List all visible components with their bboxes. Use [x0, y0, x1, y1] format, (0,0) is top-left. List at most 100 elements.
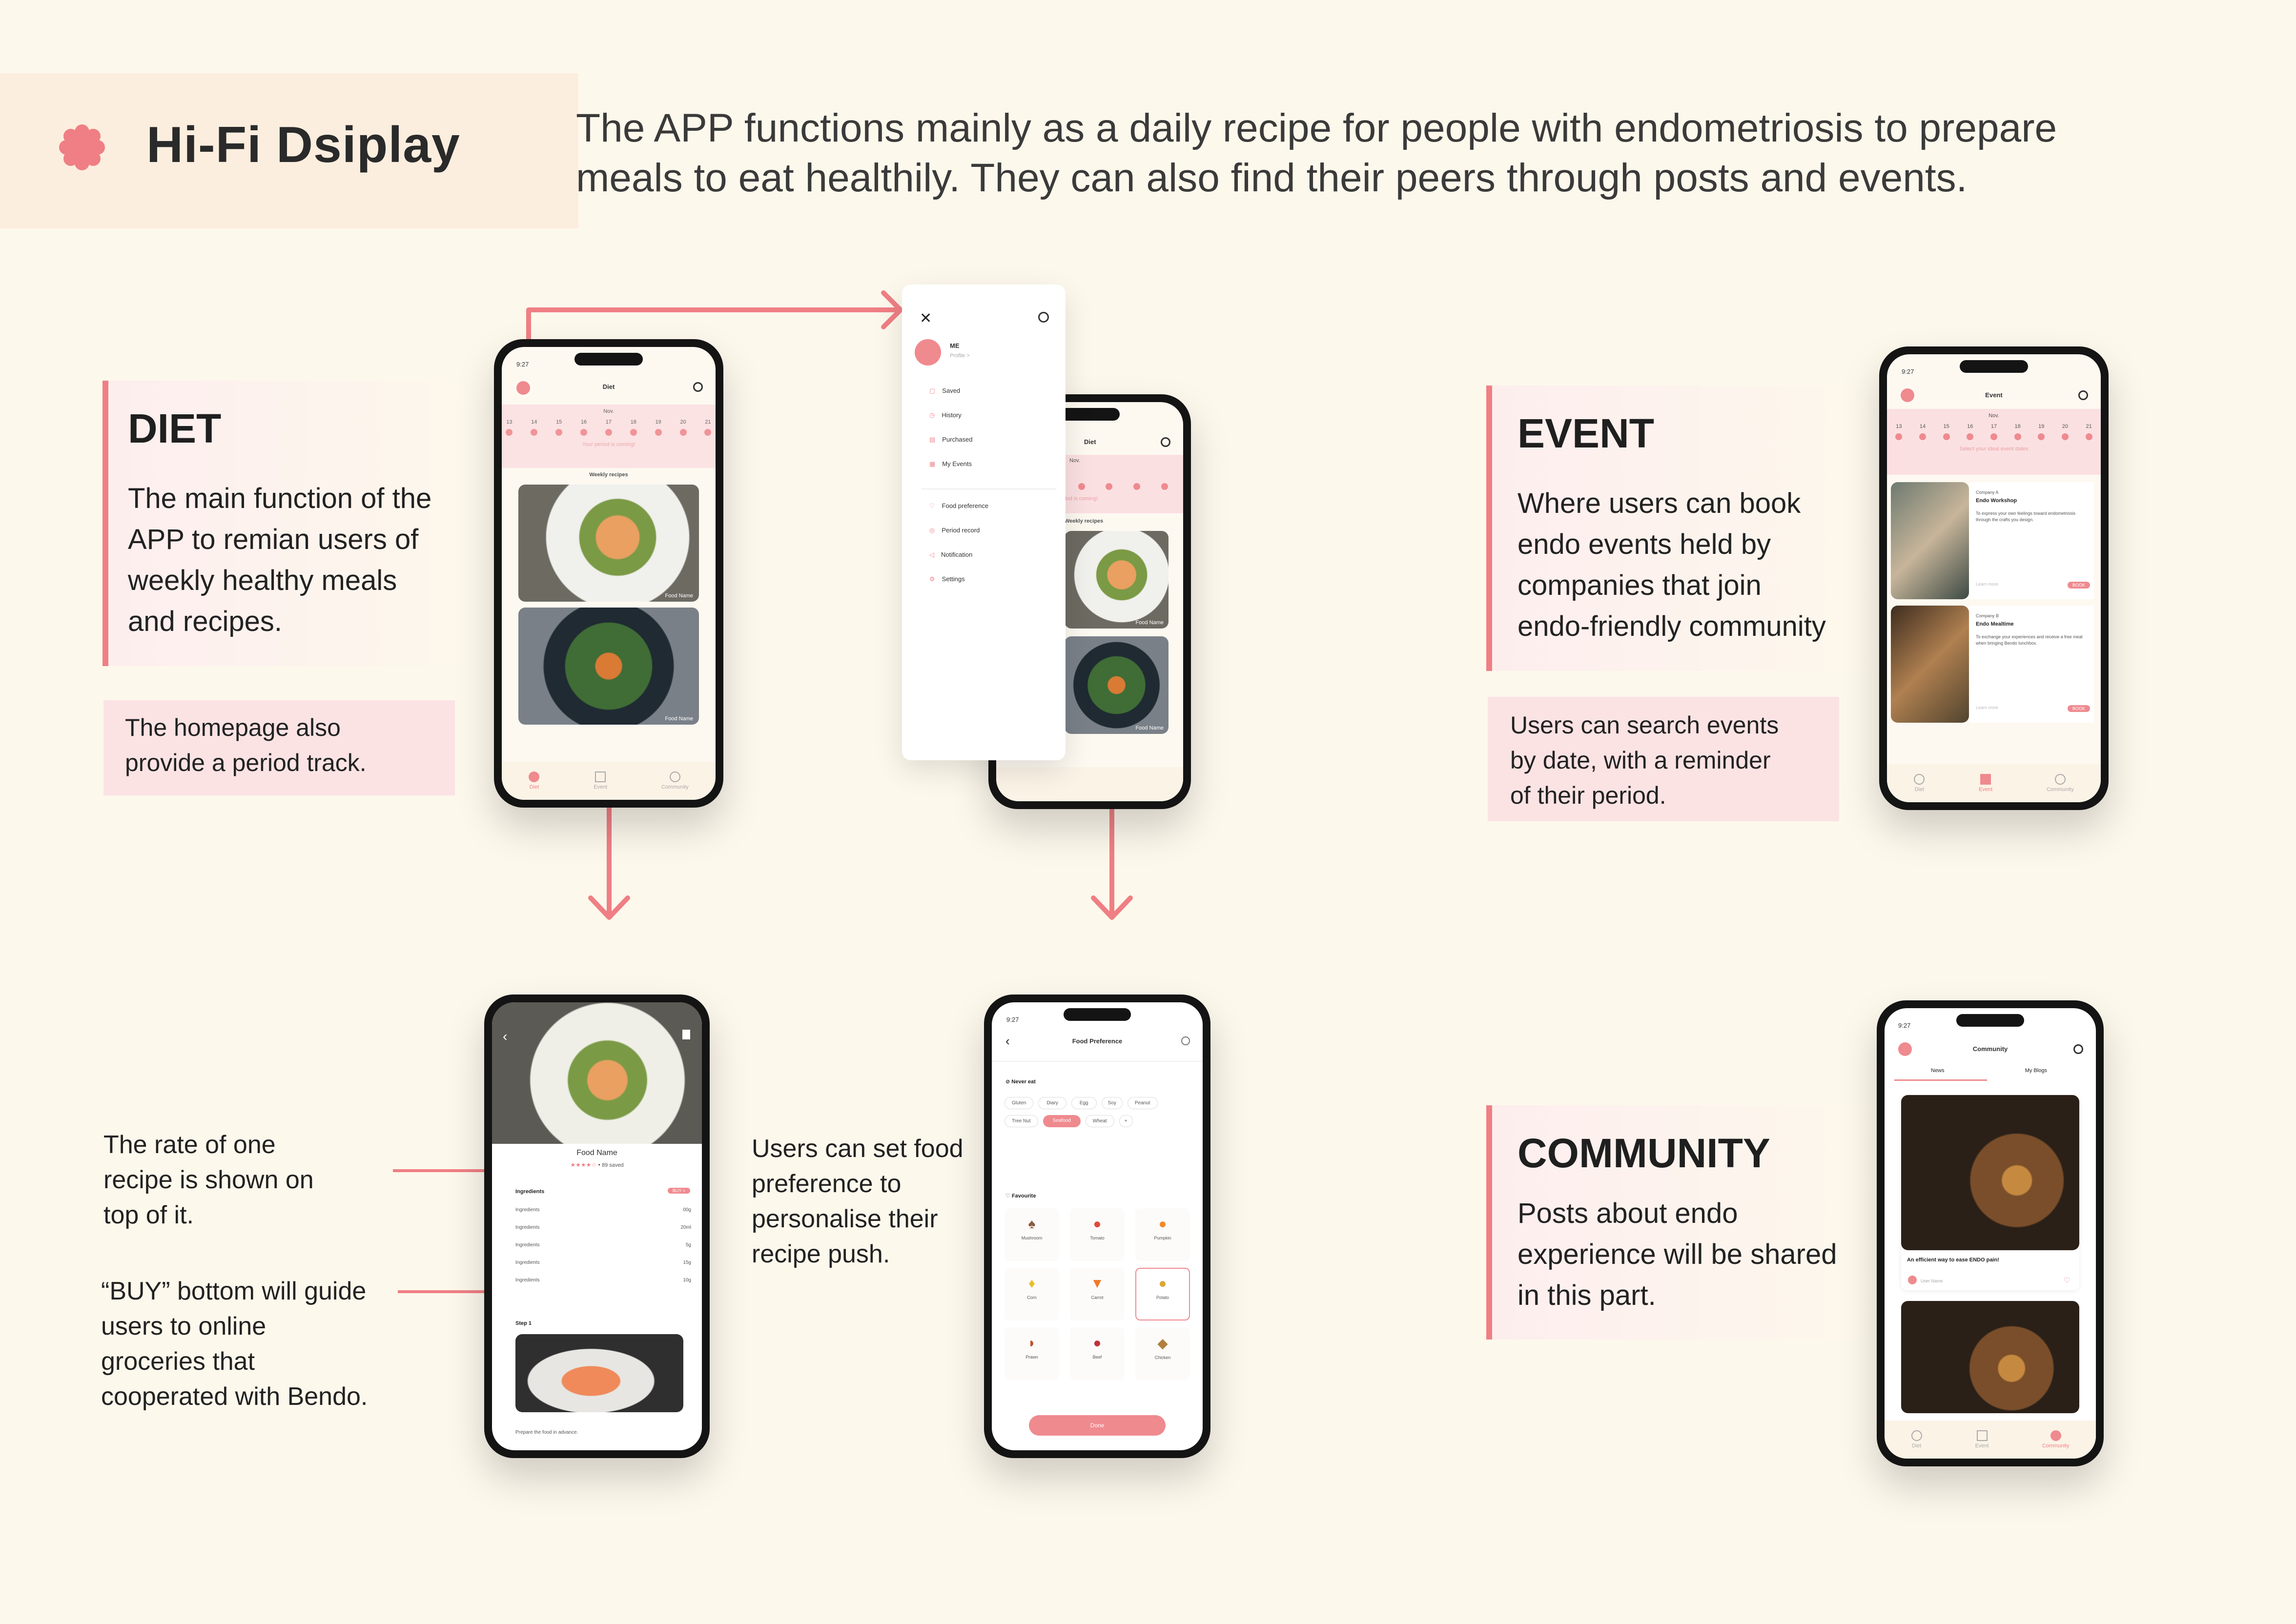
tab-my-blogs[interactable]: My Blogs: [2025, 1068, 2047, 1074]
headset-icon[interactable]: [1038, 312, 1049, 323]
tab-community[interactable]: Community: [2047, 774, 2074, 792]
screen-title: Event: [1985, 391, 2003, 399]
food-option[interactable]: ● Beef: [1070, 1327, 1125, 1380]
potato-icon: ●: [1158, 1276, 1167, 1291]
menu-item-my-events[interactable]: ▦ My Events: [929, 460, 972, 485]
bottom-tab-bar: Diet Event Community: [502, 762, 716, 800]
recipe-hero-image: [492, 1002, 702, 1144]
book-button[interactable]: BOOK: [2067, 705, 2090, 712]
menu-item-settings[interactable]: ⚙ Settings: [929, 575, 988, 600]
header-divider: [992, 1061, 1203, 1062]
menu-item-purchased[interactable]: ▤ Purchased: [929, 436, 972, 460]
weekly-recipes-label: Weekly recipes: [589, 472, 628, 478]
post-card[interactable]: An efficient way to ease ENDO pain! User…: [1901, 1095, 2079, 1290]
search-icon[interactable]: [2073, 1044, 2083, 1054]
day-row: 13 14 15 16 17 18 19 20 21: [506, 419, 711, 425]
learn-more-link[interactable]: Learn more: [1976, 582, 1998, 587]
tag-chip[interactable]: Soy: [1101, 1097, 1123, 1109]
recipe-card-salad[interactable]: Food Name: [518, 608, 699, 725]
period-dots: [502, 429, 716, 436]
done-button[interactable]: Done: [1029, 1415, 1166, 1436]
menu-item-period-record[interactable]: ◎ Period record: [929, 527, 988, 551]
event-card[interactable]: Company A Endo Workshop To express your …: [1891, 482, 2094, 599]
calendar-icon: [1976, 1430, 1988, 1441]
back-icon[interactable]: ‹: [503, 1029, 507, 1044]
tag-chip[interactable]: Peanut: [1127, 1097, 1158, 1109]
like-icon[interactable]: ♡: [2064, 1276, 2070, 1285]
tag-chip[interactable]: Tree Nut: [1004, 1115, 1038, 1127]
menu-item-history[interactable]: ◷ History: [929, 411, 972, 436]
post-image: [1901, 1095, 2079, 1250]
prawn-icon: ◗: [1027, 1335, 1036, 1350]
community-phone: 9:27 Community News My Blogs An efficien…: [1877, 1000, 2104, 1466]
tab-community[interactable]: Community: [661, 771, 689, 790]
favourite-heading: ♡ Favourite: [1005, 1193, 1036, 1199]
corn-icon: ♦: [1028, 1276, 1036, 1291]
screen-title: Community: [1972, 1045, 2008, 1053]
tag-chip[interactable]: Wheat: [1085, 1115, 1114, 1127]
tab-diet[interactable]: Diet: [1911, 1430, 1922, 1449]
search-icon[interactable]: [693, 382, 703, 392]
add-tag-button[interactable]: +: [1119, 1115, 1133, 1127]
info-icon[interactable]: [1181, 1036, 1190, 1045]
block-icon: ⊘: [1005, 1079, 1012, 1085]
menu-item-food-preference[interactable]: ♡ Food preference: [929, 502, 988, 527]
tag-chip[interactable]: Egg: [1071, 1097, 1097, 1109]
recipe-card-salad: Food Name: [1065, 636, 1168, 734]
event-photo: [1891, 482, 1969, 599]
period-message: Your period is coming!: [582, 442, 636, 447]
food-option[interactable]: ◆ Chicken: [1135, 1327, 1190, 1380]
bottom-tab-bar: [996, 767, 1183, 801]
tab-diet[interactable]: Diet: [529, 771, 540, 790]
tag-chip[interactable]: Diary: [1038, 1097, 1066, 1109]
tab-community[interactable]: Community: [2042, 1430, 2069, 1449]
menu-section-1: ▢ Saved ◷ History ▤ Purchased ▦ My Events: [929, 387, 972, 485]
food-option[interactable]: ♠ Mushroom: [1004, 1208, 1059, 1261]
mushroom-icon: ♠: [1028, 1216, 1036, 1231]
search-icon: [1161, 437, 1170, 447]
learn-more-link[interactable]: Learn more: [1976, 705, 1998, 710]
food-option[interactable]: ♦ Corn: [1004, 1268, 1059, 1320]
status-time: 9:27: [1006, 1016, 1019, 1023]
chat-icon: [2054, 774, 2066, 785]
profile-link[interactable]: Profile >: [950, 353, 970, 359]
food-preference-phone: 9:27 ‹ Food Preference ⊘ Never eat Glute…: [984, 995, 1210, 1458]
tag-chip[interactable]: Gluten: [1004, 1097, 1034, 1109]
recipe-card-salmon[interactable]: Food Name: [518, 485, 699, 602]
recipe-card-salmon: Food Name: [1065, 531, 1168, 629]
food-option-selected[interactable]: ● Potato: [1135, 1268, 1190, 1320]
close-icon[interactable]: ✕: [920, 310, 932, 327]
tab-event[interactable]: Event: [1979, 774, 1992, 792]
period-dots: [1887, 433, 2101, 440]
tag-chip-selected[interactable]: Seafood: [1043, 1115, 1081, 1127]
recipe-detail-phone: ‹ Food Name ★★★★☆ • 89 saved Ingredients…: [484, 995, 710, 1458]
search-icon[interactable]: [2078, 390, 2088, 400]
diet-home-phone: 9:27 Diet Nov. 13 14 15 16 17 18 19 20 2…: [494, 339, 723, 808]
avatar[interactable]: [915, 339, 941, 365]
menu-item-notification[interactable]: ◁ Notification: [929, 551, 988, 575]
post-card[interactable]: [1901, 1301, 2079, 1413]
buy-button[interactable]: BUY >: [667, 1188, 690, 1194]
tab-event[interactable]: Event: [1975, 1430, 1989, 1449]
month-label: Nov.: [603, 408, 614, 414]
event-card[interactable]: Company B Endo Mealtime To exchange your…: [1891, 606, 2094, 723]
food-option[interactable]: ● Pumpkin: [1135, 1208, 1190, 1261]
tab-news[interactable]: News: [1931, 1068, 1945, 1074]
food-option[interactable]: ◗ Prawn: [1004, 1327, 1059, 1380]
bottom-tab-bar: Diet Event Community: [1885, 1421, 2096, 1459]
food-option[interactable]: ▼ Carrot: [1070, 1268, 1125, 1320]
book-button[interactable]: BOOK: [2067, 582, 2090, 589]
food-option[interactable]: ● Tomato: [1070, 1208, 1125, 1261]
date-picker[interactable]: Nov. 13 14 15 16 17 18 19 20 21 Select y…: [1887, 409, 2101, 475]
tab-event[interactable]: Event: [594, 771, 607, 790]
chat-icon: [669, 771, 680, 782]
bookmark-icon[interactable]: [682, 1030, 690, 1039]
step-heading: Step 1: [515, 1320, 532, 1326]
status-time: 9:27: [1898, 1022, 1911, 1029]
step-text: Prepare the food in advance.: [515, 1430, 578, 1435]
tab-diet[interactable]: Diet: [1914, 774, 1925, 792]
menu-item-saved[interactable]: ▢ Saved: [929, 387, 972, 411]
tomato-icon: ●: [1093, 1216, 1102, 1231]
period-tracker[interactable]: Nov. 13 14 15 16 17 18 19 20 21 Your per…: [502, 405, 716, 468]
event-photo: [1891, 606, 1969, 723]
